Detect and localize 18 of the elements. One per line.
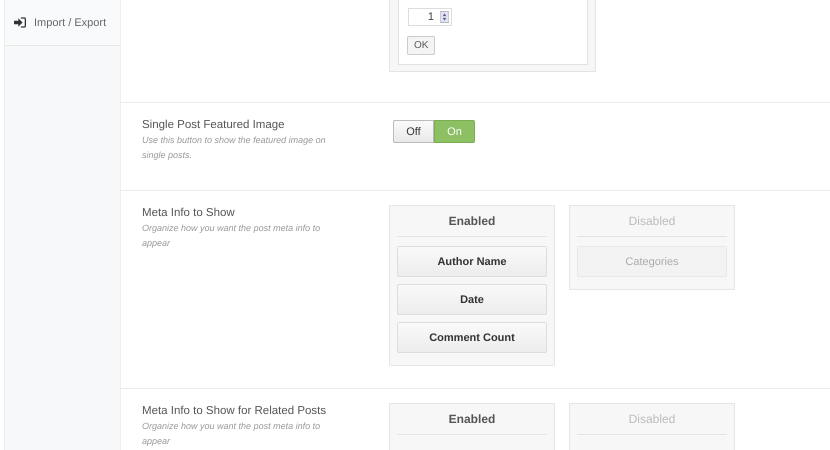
option-title: Single Post Featured Image	[142, 119, 286, 131]
sortable-item[interactable]: Author Name	[397, 246, 547, 277]
sortable-item[interactable]: Date	[397, 284, 547, 315]
column-title: Enabled	[397, 404, 547, 435]
option-description: Use this button to show the featured image on single posts.	[142, 134, 327, 162]
option-title: Meta Info to Show for Related Posts	[142, 405, 328, 417]
column-title: Enabled	[397, 206, 547, 237]
ok-button[interactable]: OK	[407, 36, 436, 55]
option-description: Organize how you want the post meta info to appear	[142, 222, 322, 250]
number-field[interactable]: 1	[408, 8, 452, 26]
sign-in-icon	[14, 17, 26, 28]
toggle-off-button[interactable]: Off	[393, 120, 434, 143]
sortable-item[interactable]: Comment Count	[397, 322, 547, 353]
option-title: Meta Info to Show	[142, 207, 236, 219]
spinner-arrows-icon[interactable]	[440, 11, 449, 23]
column-title: Disabled	[577, 206, 727, 237]
option-description: Organize how you want the post meta info to appear	[142, 420, 322, 448]
column-title: Disabled	[577, 404, 727, 435]
